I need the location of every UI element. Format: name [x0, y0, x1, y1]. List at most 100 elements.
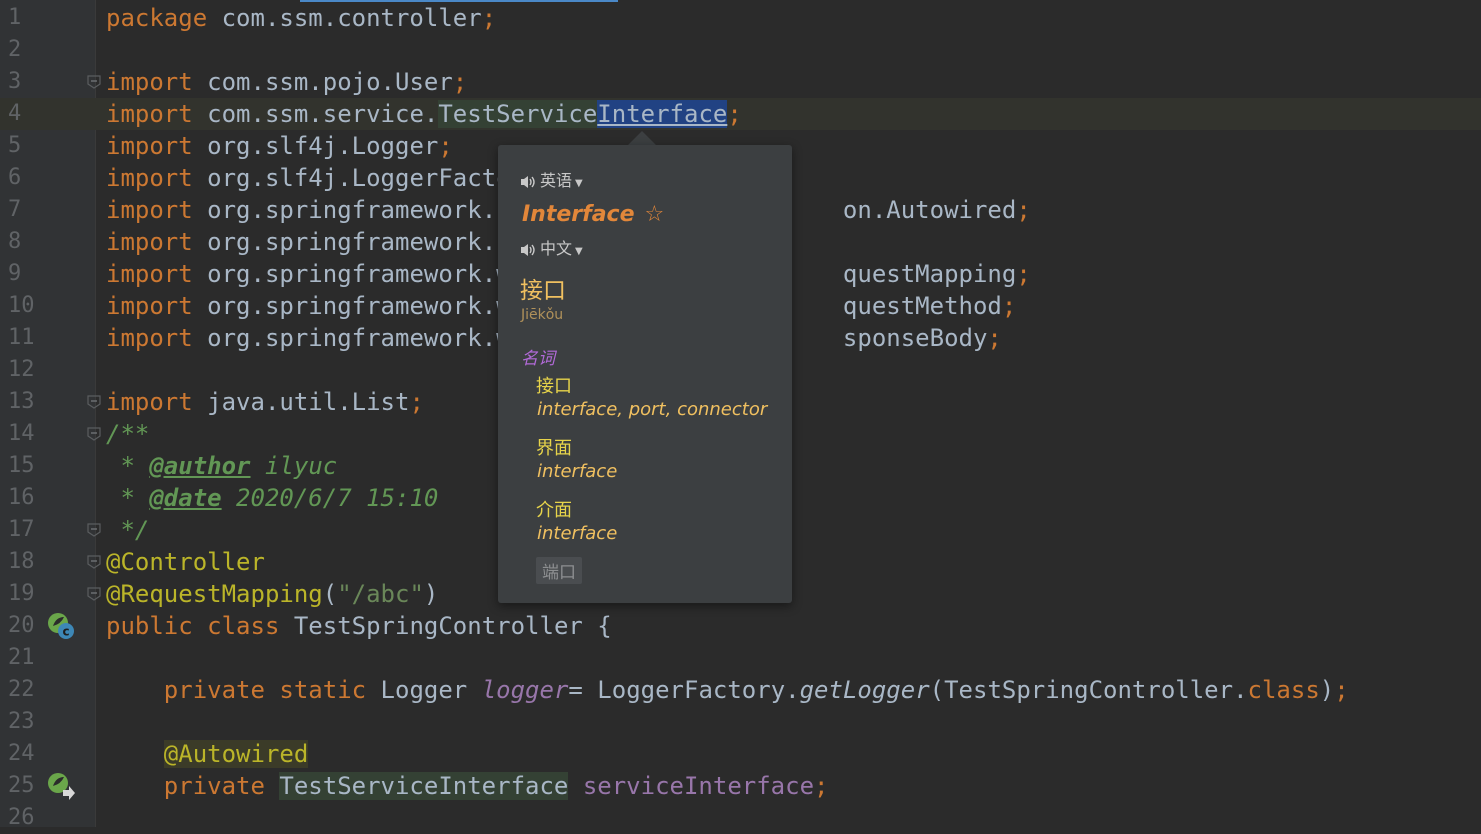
code-text[interactable]: @Autowired	[106, 738, 309, 770]
code-token: /**	[106, 420, 150, 448]
code-token: *	[106, 452, 150, 480]
code-text[interactable]: private TestServiceInterface serviceInte…	[106, 770, 828, 802]
code-token: import	[106, 388, 208, 416]
translation-popup: 英语 ▼ Interface ☆ 中文 ▼ 接口 Jiēkǒu 名词 接口 inter…	[498, 145, 792, 603]
line-number[interactable]: 13	[8, 389, 38, 415]
code-token: org.springframework.b	[207, 196, 511, 224]
line-number[interactable]: 16	[8, 485, 38, 511]
code-token: import	[106, 292, 208, 320]
code-token: ;	[814, 772, 829, 800]
code-line[interactable]: 1 package com.ssm.controller;	[0, 2, 1481, 34]
line-number[interactable]: 10	[8, 293, 38, 319]
code-token: public	[106, 612, 208, 640]
line-number[interactable]: 12	[8, 357, 38, 383]
target-language-selector[interactable]: 中文 ▼	[520, 238, 583, 263]
source-language-selector[interactable]: 英语 ▼	[520, 170, 583, 195]
line-number[interactable]: 4	[8, 101, 38, 127]
target-language-label: 中文	[540, 239, 573, 258]
code-text[interactable]: public class TestSpringController {	[106, 610, 612, 642]
line-number[interactable]: 11	[8, 325, 38, 351]
code-token: TestService	[438, 100, 598, 128]
line-number[interactable]: 21	[8, 645, 38, 671]
code-text[interactable]: */	[106, 514, 149, 546]
code-token: ;	[452, 68, 468, 96]
line-number[interactable]: 19	[8, 581, 38, 607]
spring-autowired-navigate-icon[interactable]	[46, 771, 76, 801]
code-token: *	[106, 484, 150, 512]
code-token: ;	[727, 100, 742, 128]
code-line[interactable]: 24 @Autowired	[0, 738, 1481, 770]
code-text[interactable]: import org.slf4j.Logger;	[106, 130, 453, 162]
code-text[interactable]: * @date 2020/6/7 15:10	[106, 482, 438, 514]
star-outline-icon[interactable]: ☆	[645, 202, 665, 227]
code-text[interactable]: /**	[106, 418, 149, 450]
code-text[interactable]: import java.util.List;	[106, 386, 424, 418]
code-token: "/abc"	[337, 580, 424, 608]
fold-marker-icon[interactable]	[87, 523, 101, 537]
code-token: ;	[1001, 292, 1017, 320]
line-number[interactable]: 22	[8, 677, 38, 703]
code-token: org.springframework.w	[207, 260, 511, 288]
code-token: serviceInterface	[582, 772, 815, 800]
code-text[interactable]: private static Logger logger= LoggerFact…	[106, 674, 1349, 706]
line-number[interactable]: 24	[8, 741, 38, 767]
line-number[interactable]: 8	[8, 229, 38, 255]
code-line[interactable]: 4 import com.ssm.service.TestServiceInter…	[0, 98, 1481, 130]
line-number[interactable]: 14	[8, 421, 38, 447]
code-line[interactable]: 23	[0, 706, 1481, 738]
line-number[interactable]: 15	[8, 453, 38, 479]
code-text[interactable]: @Controller	[106, 546, 265, 578]
code-token: (TestSpringController.	[929, 676, 1248, 704]
code-text[interactable]: @RequestMapping("/abc")	[106, 578, 438, 610]
code-line[interactable]: 26	[0, 802, 1481, 834]
code-text[interactable]: import com.ssm.pojo.User;	[106, 66, 467, 98]
code-token: = LoggerFactory.	[568, 676, 800, 704]
code-text[interactable]: import com.ssm.service.TestServiceInterf…	[106, 98, 742, 130]
speaker-icon[interactable]	[520, 175, 536, 189]
code-text[interactable]: * @author ilyuc	[106, 450, 337, 482]
code-token: import	[106, 100, 208, 128]
line-number[interactable]: 3	[8, 69, 38, 95]
chevron-down-icon: ▼	[575, 178, 583, 189]
fold-marker-icon[interactable]	[87, 555, 101, 569]
definition-word: 接口	[536, 376, 572, 397]
code-token: getLogger	[799, 676, 930, 704]
source-language-label: 英语	[540, 171, 573, 190]
code-token: ;	[1334, 676, 1349, 704]
line-number[interactable]: 1	[8, 5, 38, 31]
code-line[interactable]: 21	[0, 642, 1481, 674]
code-text[interactable]: import org.slf4j.LoggerFacto	[106, 162, 511, 194]
line-number[interactable]: 17	[8, 517, 38, 543]
fold-marker-icon[interactable]	[87, 75, 101, 89]
line-number[interactable]: 26	[8, 805, 38, 831]
code-token: */	[106, 516, 150, 544]
line-number[interactable]: 20	[8, 613, 38, 639]
fold-marker-icon[interactable]	[87, 587, 101, 601]
fold-marker-icon[interactable]	[87, 395, 101, 409]
line-number[interactable]: 5	[8, 133, 38, 159]
fold-marker-icon[interactable]	[87, 427, 101, 441]
alternate-translation-chip[interactable]: 端口	[536, 557, 582, 584]
code-line[interactable]: 3 import com.ssm.pojo.User;	[0, 66, 1481, 98]
code-line[interactable]: 22 private static Logger logger= LoggerF…	[0, 674, 1481, 706]
speaker-icon[interactable]	[520, 243, 536, 257]
code-line[interactable]: 2	[0, 34, 1481, 66]
line-number[interactable]: 18	[8, 549, 38, 575]
code-text[interactable]: package com.ssm.controller;	[106, 2, 496, 34]
code-token: ;	[438, 132, 453, 160]
code-text[interactable]: import org.springframework.s	[106, 226, 511, 258]
code-line[interactable]: 20 c public class TestSpringController {	[0, 610, 1481, 642]
definition-word: 界面	[536, 438, 572, 459]
code-line[interactable]: 25 private TestServiceInterface serviceI…	[0, 770, 1481, 802]
line-number[interactable]: 7	[8, 197, 38, 223]
spring-bean-class-icon[interactable]: c	[46, 611, 76, 641]
code-token: ;	[1016, 260, 1031, 288]
line-number[interactable]: 2	[8, 37, 38, 63]
line-number[interactable]: 9	[8, 261, 38, 287]
line-number[interactable]: 6	[8, 165, 38, 191]
code-token: TestSpringController {	[293, 612, 612, 640]
line-number[interactable]: 25	[8, 773, 38, 799]
definition-english: interface, port, connector	[537, 399, 768, 420]
line-number[interactable]: 23	[8, 709, 38, 735]
